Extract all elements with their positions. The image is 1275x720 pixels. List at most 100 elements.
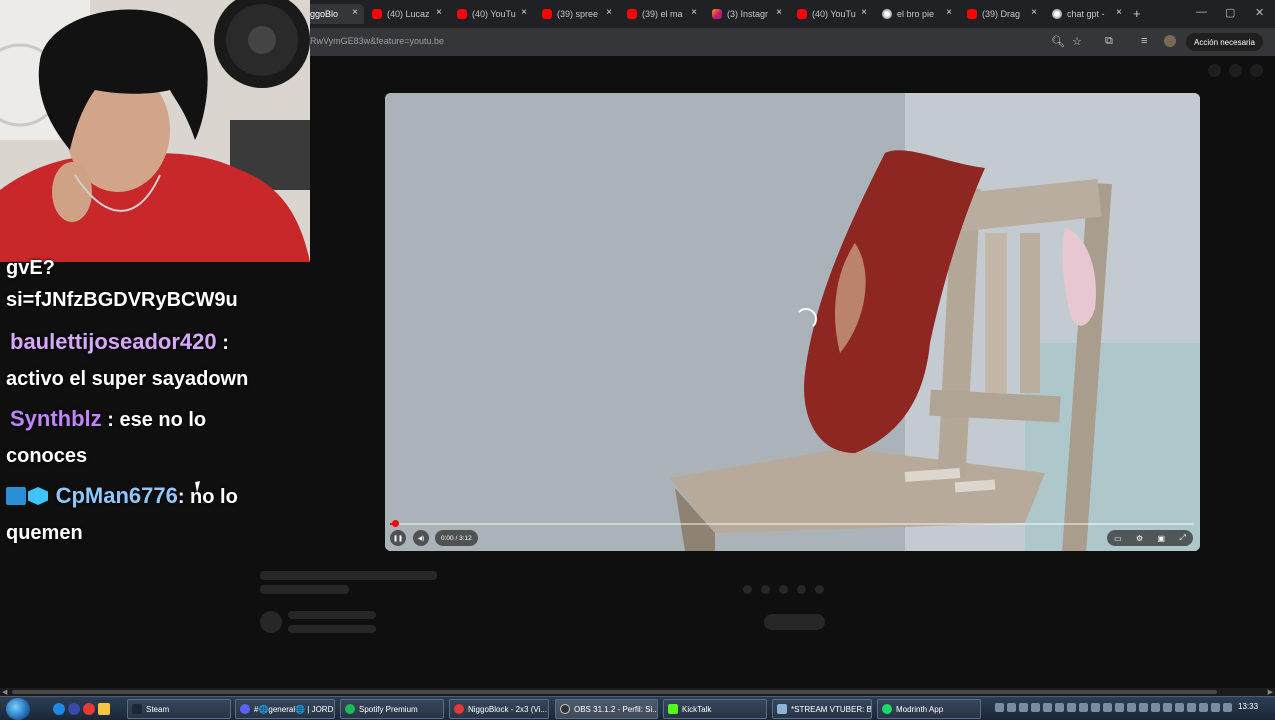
taskbar-item-spotify[interactable]: Spotify Premium bbox=[340, 699, 444, 719]
chat-message-text: quemen bbox=[6, 522, 83, 544]
tab-spree[interactable]: (39) spree × bbox=[538, 4, 618, 24]
settings-gear-icon[interactable]: ⚙︎ bbox=[1136, 534, 1143, 543]
tab-close-icon[interactable]: × bbox=[521, 7, 527, 18]
pause-button[interactable]: ❚❚ bbox=[390, 530, 406, 546]
tab-lucaz[interactable]: (40) Lucaz × bbox=[368, 4, 448, 24]
tab-close-icon[interactable]: × bbox=[352, 7, 358, 18]
browser-icon[interactable] bbox=[68, 703, 80, 715]
tray-icon[interactable] bbox=[1103, 703, 1112, 712]
tab-youtube-2[interactable]: (40) YouTu × bbox=[793, 4, 873, 24]
taskbar-item-label: OBS 31.1.2 - Perfil: Si... bbox=[574, 704, 658, 714]
progress-bar[interactable] bbox=[390, 520, 1194, 527]
tray-icon[interactable] bbox=[1031, 703, 1040, 712]
video-frame bbox=[385, 93, 1200, 551]
tab-close-icon[interactable]: × bbox=[436, 7, 442, 18]
taskbar-item-obs[interactable]: OBS 31.1.2 - Perfil: Si... bbox=[555, 699, 658, 719]
network-tray-icon[interactable] bbox=[1223, 703, 1232, 712]
tab-label: (40) YouTu bbox=[472, 9, 516, 19]
tab-close-icon[interactable]: × bbox=[606, 7, 612, 18]
horizontal-scrollbar[interactable]: ◀ ▶ bbox=[0, 688, 1275, 696]
scrollbar-thumb[interactable] bbox=[12, 690, 1217, 694]
tray-icon[interactable] bbox=[1091, 703, 1100, 712]
taskbar-item-kicktalk[interactable]: KickTalk bbox=[663, 699, 767, 719]
tab-close-icon[interactable]: × bbox=[1116, 7, 1122, 18]
tray-icon[interactable] bbox=[1007, 703, 1016, 712]
action-required-button[interactable]: Acción necesaria bbox=[1186, 33, 1263, 51]
tab-chat-gpt[interactable]: chat gpt - × bbox=[1048, 4, 1128, 24]
youtube-icon bbox=[797, 9, 807, 19]
taskbar-item-notepad[interactable]: *STREAM VTUBER: Bl... bbox=[772, 699, 872, 719]
skeleton-dot bbox=[815, 585, 824, 594]
miniplayer-icon[interactable]: ▣ bbox=[1158, 534, 1166, 543]
bookmark-star-icon[interactable]: ☆ bbox=[1072, 35, 1082, 48]
tab-el-ma[interactable]: (39) el ma × bbox=[623, 4, 703, 24]
scroll-right-icon[interactable]: ▶ bbox=[1268, 688, 1273, 696]
tray-icon[interactable] bbox=[1019, 703, 1028, 712]
fullscreen-icon[interactable]: ⤢ bbox=[1179, 533, 1185, 543]
taskbar-item-discord[interactable]: #🌐general🌐 | JORD... bbox=[235, 699, 335, 719]
youtube-icon bbox=[457, 9, 467, 19]
taskbar-item-modrinth[interactable]: Modrinth App bbox=[877, 699, 981, 719]
tray-icon[interactable] bbox=[1067, 703, 1076, 712]
tab-youtube-1[interactable]: (40) YouTu × bbox=[453, 4, 533, 24]
progress-scrubber[interactable] bbox=[392, 520, 399, 527]
volume-tray-icon[interactable] bbox=[1211, 703, 1220, 712]
chat-message-line: si=fJNfzBGDVRyBCW9u bbox=[6, 289, 238, 311]
tray-icon[interactable] bbox=[1187, 703, 1196, 712]
tab-close-icon[interactable]: × bbox=[861, 7, 867, 18]
tray-icon[interactable] bbox=[1079, 703, 1088, 712]
volume-button[interactable]: ◀) bbox=[413, 530, 429, 546]
new-tab-button[interactable]: + bbox=[1133, 6, 1141, 21]
tray-icon[interactable] bbox=[1127, 703, 1136, 712]
taskbar-item-label: NiggoBlock - 2x3 (Vi... bbox=[468, 704, 547, 714]
tab-close-icon[interactable]: × bbox=[691, 7, 697, 18]
profile-avatar[interactable] bbox=[1164, 35, 1176, 47]
chrome-icon[interactable] bbox=[83, 703, 95, 715]
tab-label: chat gpt - bbox=[1067, 9, 1105, 19]
steam-icon bbox=[132, 704, 142, 714]
scroll-left-icon[interactable]: ◀ bbox=[2, 688, 7, 696]
discord-icon bbox=[240, 704, 250, 714]
taskbar-item-chrome[interactable]: NiggoBlock - 2x3 (Vi... bbox=[449, 699, 549, 719]
chat-badge-icon bbox=[6, 487, 26, 505]
minimize-icon[interactable]: — bbox=[1196, 6, 1207, 18]
tray-icon[interactable] bbox=[1139, 703, 1148, 712]
tab-el-bro[interactable]: el bro pie × bbox=[878, 4, 958, 24]
tray-icon[interactable] bbox=[1115, 703, 1124, 712]
media-controls-icon[interactable]: ≡ bbox=[1141, 35, 1147, 47]
taskbar-clock[interactable]: 13:33 bbox=[1238, 702, 1258, 711]
skeleton-dot bbox=[743, 585, 752, 594]
player-right-controls: ▭ ⚙︎ ▣ ⤢ bbox=[1107, 530, 1193, 546]
address-bar[interactable]: RwVymGE83w&feature=youtu.be bbox=[310, 36, 444, 46]
start-button[interactable] bbox=[6, 698, 30, 720]
tab-close-icon[interactable]: × bbox=[776, 7, 782, 18]
taskbar-item-steam[interactable]: Steam bbox=[127, 699, 231, 719]
chat-username: CpMan6776 bbox=[55, 483, 178, 508]
tab-niggoblock[interactable]: ggoBlo × bbox=[306, 4, 364, 24]
obs-icon bbox=[560, 704, 570, 714]
tray-icon[interactable] bbox=[1199, 703, 1208, 712]
tab-close-icon[interactable]: × bbox=[1031, 7, 1037, 18]
zoom-icon[interactable]: 🔍︎ bbox=[1051, 35, 1065, 48]
skeleton-title bbox=[260, 571, 437, 580]
extensions-icon[interactable]: ⧉ bbox=[1105, 35, 1113, 48]
subtitles-icon[interactable]: ▭ bbox=[1114, 534, 1122, 543]
tray-icon[interactable] bbox=[1151, 703, 1160, 712]
chat-badge-cube-icon bbox=[28, 487, 48, 505]
window-close-icon[interactable]: ✕ bbox=[1255, 6, 1264, 19]
folder-icon[interactable] bbox=[98, 703, 110, 715]
tray-icon[interactable] bbox=[1175, 703, 1184, 712]
edge-icon[interactable] bbox=[53, 703, 65, 715]
skeleton-dot bbox=[1229, 64, 1242, 77]
tray-icon[interactable] bbox=[1055, 703, 1064, 712]
taskbar: Steam #🌐general🌐 | JORD... Spotify Premi… bbox=[0, 696, 1275, 720]
tray-icon[interactable] bbox=[995, 703, 1004, 712]
tab-drag[interactable]: (39) Drag × bbox=[963, 4, 1043, 24]
tab-close-icon[interactable]: × bbox=[946, 7, 952, 18]
video-player[interactable]: ❚❚ ◀) 0:00 / 3:12 ▭ ⚙︎ ▣ ⤢ bbox=[385, 93, 1200, 551]
maximize-icon[interactable]: ▢ bbox=[1225, 6, 1235, 19]
skeleton-dot bbox=[1250, 64, 1263, 77]
tray-icon[interactable] bbox=[1043, 703, 1052, 712]
tab-instagram[interactable]: (3) Instagr × bbox=[708, 4, 788, 24]
tray-icon[interactable] bbox=[1163, 703, 1172, 712]
